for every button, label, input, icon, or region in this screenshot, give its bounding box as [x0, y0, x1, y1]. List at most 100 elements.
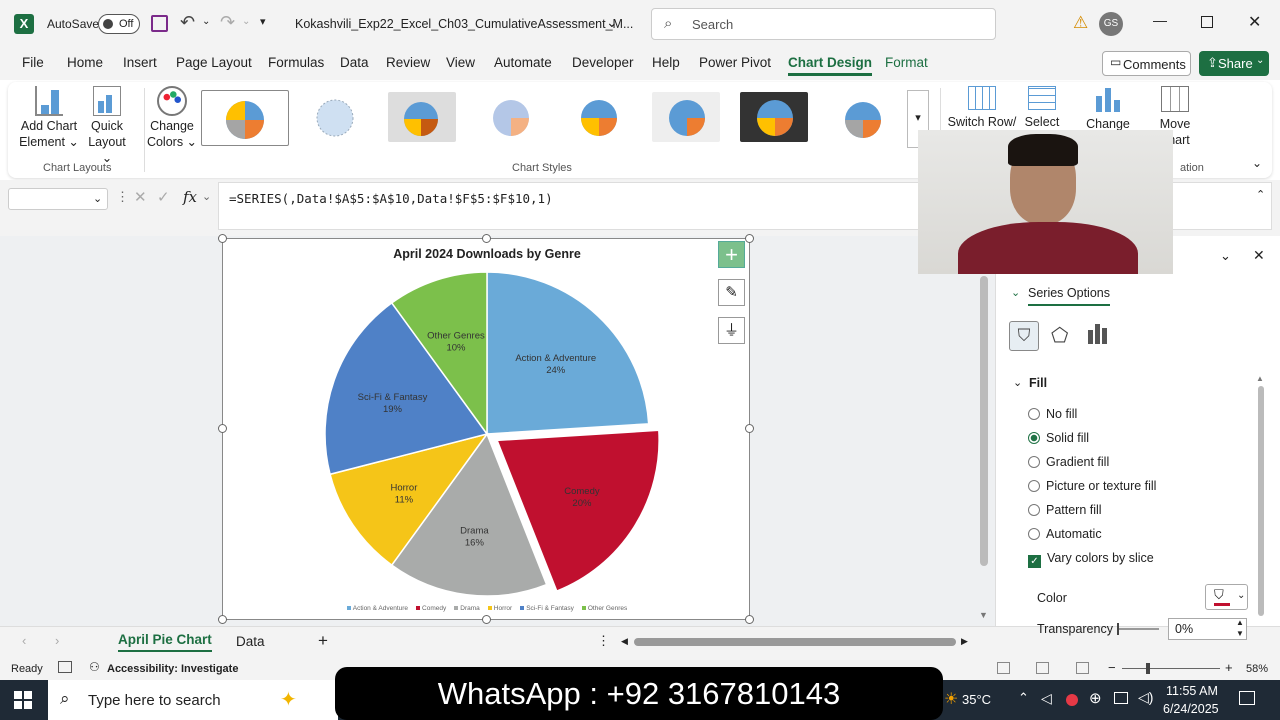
pane-options-icon[interactable]: ⌄ [1220, 248, 1231, 264]
windows-start-icon[interactable] [14, 691, 32, 709]
radio-automatic[interactable] [1028, 528, 1040, 540]
page-layout-view-icon[interactable] [1036, 662, 1049, 674]
network-icon[interactable]: ⊕ [1089, 689, 1102, 707]
accessibility-status[interactable]: Accessibility: Investigate [107, 663, 238, 675]
chart-style-1[interactable] [201, 90, 289, 146]
customize-toolbar-icon[interactable]: ▾ [260, 15, 266, 28]
sheet-tab-data[interactable]: Data [236, 634, 265, 649]
fill-line-tab[interactable]: ⛉ [1009, 321, 1039, 351]
resize-handle-tr[interactable] [745, 234, 754, 243]
chart-filters-button[interactable]: ⏚ [718, 317, 745, 344]
tab-home[interactable]: Home [67, 55, 103, 70]
select-data-button[interactable]: Select [1020, 86, 1064, 130]
legend-item[interactable]: Sci-Fi & Fantasy [520, 605, 574, 612]
tray-chevron-icon[interactable]: ⌃ [1018, 690, 1029, 706]
battery-icon[interactable] [1114, 692, 1128, 704]
weather-icon[interactable]: ☀ [944, 689, 958, 709]
clock-time[interactable]: 11:55 AM [1166, 684, 1218, 698]
save-icon[interactable] [151, 15, 168, 32]
radio-pattern-fill[interactable] [1028, 504, 1040, 516]
scroll-down-icon[interactable]: ▼ [979, 610, 988, 620]
normal-view-icon[interactable] [997, 662, 1010, 674]
clock-date[interactable]: 6/24/2025 [1163, 702, 1219, 716]
macro-record-icon[interactable] [58, 661, 72, 673]
chart-style-3[interactable] [388, 92, 456, 142]
collapse-formula-icon[interactable]: ⌃ [1256, 188, 1265, 201]
close-icon[interactable]: ✕ [1248, 12, 1261, 32]
volume-icon[interactable]: ◁) [1138, 689, 1153, 706]
next-sheet-icon[interactable]: › [55, 633, 59, 648]
legend-item[interactable]: Drama [454, 605, 480, 612]
tab-insert[interactable]: Insert [123, 55, 157, 70]
zoom-in-icon[interactable]: + [1225, 660, 1233, 675]
tab-help[interactable]: Help [652, 55, 680, 70]
notification-icon[interactable] [1239, 691, 1255, 705]
more-options-icon[interactable]: ⋮ [116, 189, 129, 205]
restore-icon[interactable] [1201, 16, 1213, 28]
resize-handle-bl[interactable] [218, 615, 227, 624]
chart-legend[interactable]: Action & Adventure Comedy Drama Horror Sci-F… [223, 605, 751, 612]
option-gradient-fill[interactable]: Gradient fill [1028, 455, 1109, 469]
tab-data[interactable]: Data [340, 55, 369, 70]
filename-dropdown-icon[interactable]: ⌄ [606, 14, 618, 31]
tabs-options-icon[interactable]: ⋮ [597, 633, 610, 649]
change-colors-button[interactable]: Change Colors ⌄ [146, 86, 198, 150]
redo-dropdown-icon[interactable]: ⌄ [242, 16, 250, 27]
new-sheet-icon[interactable]: + [318, 631, 328, 651]
pane-close-icon[interactable]: ✕ [1253, 247, 1265, 264]
color-picker-button[interactable]: ⛉ ⌄ [1205, 584, 1248, 610]
tab-formulas[interactable]: Formulas [268, 55, 324, 70]
option-pattern-fill[interactable]: Pattern fill [1028, 503, 1102, 517]
switch-row-column-button[interactable]: Switch Row/ [946, 86, 1018, 130]
radio-no-fill[interactable] [1028, 408, 1040, 420]
tab-review[interactable]: Review [386, 55, 430, 70]
option-vary-colors[interactable]: ✓ Vary colors by slice [1028, 551, 1154, 568]
tab-view[interactable]: View [446, 55, 475, 70]
sheet-tab-april-pie-chart[interactable]: April Pie Chart [118, 632, 212, 652]
user-avatar[interactable]: GS [1099, 12, 1123, 36]
transparency-slider-thumb[interactable] [1117, 623, 1119, 635]
pane-scrollbar[interactable] [1258, 386, 1264, 616]
hscroll-left-icon[interactable]: ◀ [621, 636, 628, 647]
zoom-slider-thumb[interactable] [1146, 663, 1150, 674]
tab-automate[interactable]: Automate [494, 55, 552, 70]
resize-handle-tl[interactable] [218, 234, 227, 243]
share-button[interactable]: ⇪ Share ⌄ [1199, 51, 1269, 76]
speaker-icon[interactable]: ◁ [1041, 690, 1052, 707]
vertical-scrollbar[interactable] [980, 276, 988, 566]
legend-item[interactable]: Comedy [416, 605, 446, 612]
chart-style-6[interactable] [652, 92, 720, 142]
undo-dropdown-icon[interactable]: ⌄ [202, 16, 210, 27]
fill-collapse-icon[interactable]: ⌄ [1013, 376, 1022, 389]
chart-style-2[interactable] [300, 92, 368, 142]
undo-icon[interactable]: ↶ [180, 12, 195, 33]
horizontal-scrollbar[interactable] [634, 638, 956, 646]
page-break-view-icon[interactable] [1076, 662, 1089, 674]
chart-area[interactable]: April 2024 Downloads by Genre Action & A… [222, 238, 750, 620]
record-icon[interactable] [1066, 694, 1078, 706]
chart-styles-button[interactable]: ✎ [718, 279, 745, 306]
chart-style-5[interactable] [564, 92, 632, 142]
tab-developer[interactable]: Developer [572, 55, 634, 70]
option-no-fill[interactable]: No fill [1028, 407, 1077, 421]
transparency-input[interactable]: 0% ▲ ▼ [1168, 618, 1247, 640]
chart-style-8[interactable] [828, 92, 896, 142]
radio-gradient-fill[interactable] [1028, 456, 1040, 468]
autosave-toggle[interactable]: Off [98, 14, 140, 34]
chart-style-7[interactable] [740, 92, 808, 142]
tab-chart-design[interactable]: Chart Design [788, 55, 873, 76]
taskbar-search[interactable]: ⌕ Type here to search ✦ [48, 680, 338, 720]
insert-function-icon[interactable]: fx [183, 188, 197, 206]
effects-tab-icon[interactable]: ⬠ [1051, 323, 1068, 348]
redo-icon[interactable]: ↷ [220, 12, 235, 33]
temperature[interactable]: 35°C [962, 692, 991, 707]
resize-handle-mr[interactable] [745, 424, 754, 433]
minimize-icon[interactable]: — [1153, 12, 1167, 28]
zoom-out-icon[interactable]: − [1108, 660, 1116, 675]
radio-solid-fill[interactable] [1028, 432, 1040, 444]
fx-dropdown-icon[interactable]: ⌄ [202, 190, 211, 203]
option-picture-fill[interactable]: Picture or texture fill [1028, 479, 1156, 493]
quick-layout-button[interactable]: Quick Layout ⌄ [82, 86, 132, 166]
series-options-chevron-icon[interactable]: ⌄ [1011, 286, 1020, 299]
resize-handle-bm[interactable] [482, 615, 491, 624]
